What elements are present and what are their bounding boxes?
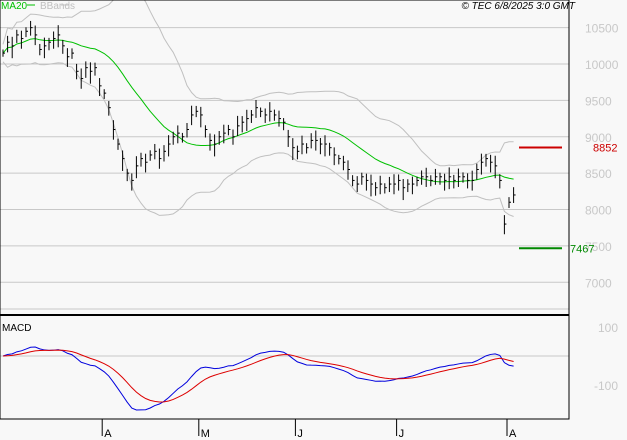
copyright: © TEC 6/8/2025 3:0 GMT <box>461 1 575 12</box>
y-tick-label: 10000 <box>585 58 619 72</box>
legend-bbands: BBands <box>40 1 75 12</box>
macd-tick-label: -100 <box>594 379 618 393</box>
resistance-label: 8852 <box>593 143 617 155</box>
price-chart: 1050010000950090008500800075007000 88527… <box>0 0 619 440</box>
support-label: 7467 <box>570 243 594 255</box>
y-tick-label: 8500 <box>585 167 612 181</box>
bband-upper <box>2 0 514 167</box>
y-tick-label: 8000 <box>585 204 612 218</box>
bband-lower <box>2 61 514 217</box>
y-tick-label: 7000 <box>585 276 612 290</box>
macd-signal-line <box>2 349 514 403</box>
x-tick-label: A <box>104 428 112 440</box>
macd-title: MACD <box>2 323 31 334</box>
macd-tick-label: 100 <box>598 321 618 335</box>
x-tick-label: J <box>297 428 303 440</box>
x-tick-label: J <box>399 428 405 440</box>
x-tick-label: M <box>201 428 210 440</box>
ma20-line <box>2 38 514 183</box>
legend-ma20: MA20 <box>1 1 28 12</box>
y-tick-label: 9500 <box>585 94 612 108</box>
y-tick-label: 10500 <box>585 22 619 36</box>
x-tick-label: A <box>509 428 517 440</box>
